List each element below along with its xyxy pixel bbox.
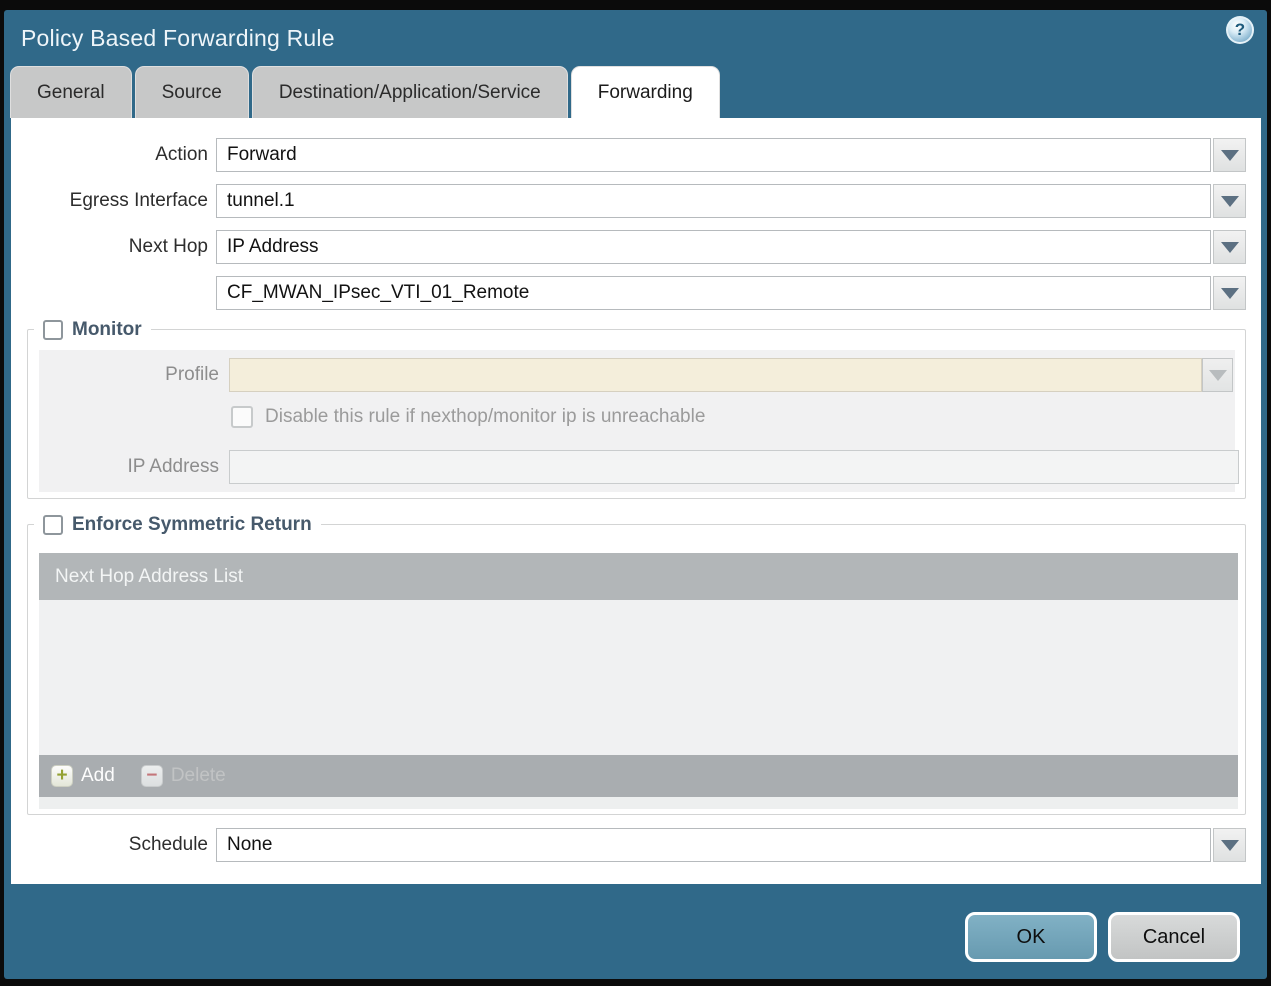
minus-icon: −	[140, 765, 163, 787]
next-hop-address-dropdown-button[interactable]	[1213, 276, 1246, 310]
monitor-profile-select	[229, 358, 1202, 392]
delete-button-label: Delete	[170, 765, 226, 786]
help-icon[interactable]: ?	[1226, 16, 1254, 44]
chevron-down-icon	[1220, 839, 1239, 851]
table-body	[39, 600, 1238, 755]
dialog-title: Policy Based Forwarding Rule	[21, 25, 335, 51]
monitor-profile-label: Profile	[165, 364, 219, 385]
help-glyph: ?	[1234, 20, 1246, 39]
symmetric-return-fieldset: Enforce Symmetric Return Next Hop Addres…	[27, 513, 1246, 815]
monitor-ip-address-label: IP Address	[127, 456, 219, 477]
tab-destination-application-service[interactable]: Destination/Application/Service	[251, 66, 568, 118]
symmetric-return-legend: Enforce Symmetric Return	[34, 513, 321, 537]
monitor-legend: Monitor	[34, 318, 151, 342]
next-hop-label: Next Hop	[128, 236, 208, 257]
tab-source[interactable]: Source	[134, 66, 249, 118]
table-horizontal-scrollbar[interactable]	[39, 797, 1238, 809]
chevron-down-icon	[1220, 149, 1239, 161]
action-dropdown-button[interactable]	[1213, 138, 1246, 172]
add-button[interactable]: + Add	[51, 765, 115, 787]
plus-icon: +	[51, 765, 73, 787]
table-toolbar: + Add − Delete	[39, 755, 1238, 797]
tab-content-forwarding: Action Forward Egress Interface tunnel.1…	[11, 118, 1261, 884]
monitor-panel: Profile Disable this rule if nexthop/mon…	[39, 350, 1239, 492]
next-hop-address-list-table: Next Hop Address List + Add − Delete	[39, 553, 1238, 809]
symmetric-return-legend-label: Enforce Symmetric Return	[72, 514, 312, 535]
symmetric-return-checkbox[interactable]	[43, 515, 63, 535]
chevron-down-icon	[1220, 241, 1239, 253]
action-label: Action	[155, 144, 208, 165]
tab-forwarding[interactable]: Forwarding	[570, 66, 720, 118]
next-hop-type-dropdown-button[interactable]	[1213, 230, 1246, 264]
policy-forwarding-dialog: Policy Based Forwarding Rule ? General S…	[4, 10, 1267, 979]
add-button-label: Add	[81, 765, 115, 786]
screenshot-root: Policy Based Forwarding Rule ? General S…	[0, 0, 1271, 986]
egress-interface-label: Egress Interface	[69, 190, 208, 211]
cancel-button[interactable]: Cancel	[1108, 912, 1240, 962]
schedule-dropdown-button[interactable]	[1213, 828, 1246, 862]
table-header-next-hop-address-list: Next Hop Address List	[39, 553, 1238, 600]
egress-interface-dropdown-button[interactable]	[1213, 184, 1246, 218]
egress-interface-select[interactable]: tunnel.1	[216, 184, 1211, 218]
next-hop-address-select[interactable]: CF_MWAN_IPsec_VTI_01_Remote	[216, 276, 1211, 310]
tab-bar: General Source Destination/Application/S…	[10, 66, 720, 118]
chevron-down-icon	[1220, 195, 1239, 207]
chevron-down-icon	[1220, 287, 1239, 299]
schedule-select[interactable]: None	[216, 828, 1211, 862]
disable-rule-label: Disable this rule if nexthop/monitor ip …	[265, 406, 706, 427]
monitor-checkbox[interactable]	[43, 320, 63, 340]
next-hop-type-select[interactable]: IP Address	[216, 230, 1211, 264]
chevron-down-icon	[1208, 369, 1227, 381]
monitor-fieldset: Monitor Profile Disable this rule if nex…	[27, 318, 1246, 499]
delete-button: − Delete	[140, 765, 226, 787]
schedule-label: Schedule	[128, 834, 208, 855]
tab-general[interactable]: General	[10, 66, 132, 118]
action-select[interactable]: Forward	[216, 138, 1211, 172]
ok-button[interactable]: OK	[965, 912, 1097, 962]
disable-rule-checkbox	[231, 406, 253, 428]
monitor-profile-dropdown-button	[1202, 358, 1233, 392]
monitor-ip-address-input	[229, 450, 1239, 484]
monitor-legend-label: Monitor	[72, 319, 142, 340]
